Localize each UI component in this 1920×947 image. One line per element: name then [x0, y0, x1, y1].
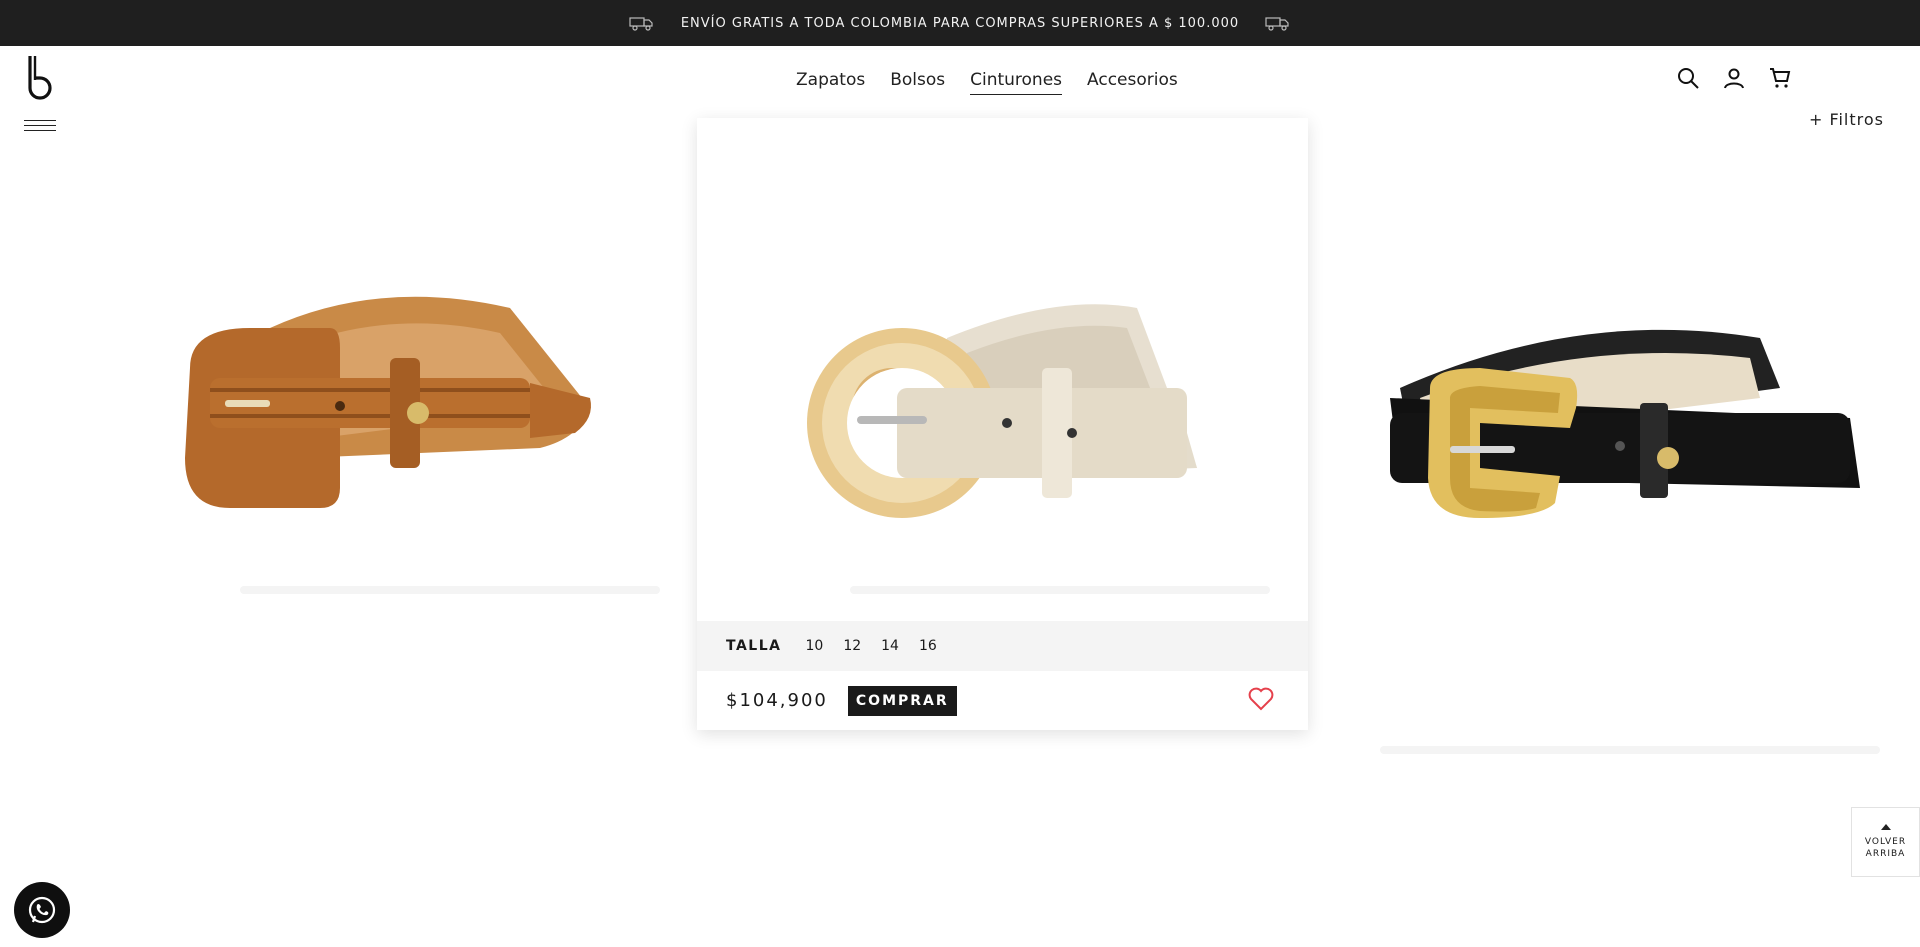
product-image-black-belt[interactable] [1380, 328, 1860, 548]
promo-text: ENVÍO GRATIS A TODA COLOMBIA PARA COMPRA… [680, 15, 1240, 31]
placeholder-line [240, 586, 660, 594]
placeholder-line [1380, 746, 1880, 754]
menu-hamburger-icon[interactable] [24, 120, 56, 134]
nav-item-cinturones[interactable]: Cinturones [970, 70, 1063, 95]
back-to-top-label: VOLVER ARRIBA [1864, 837, 1907, 859]
search-icon[interactable] [1676, 66, 1700, 90]
promo-bar: ENVÍO GRATIS A TODA COLOMBIA PARA COMPRA… [0, 0, 1920, 46]
size-option[interactable]: 14 [881, 638, 899, 654]
nav-item-zapatos[interactable]: Zapatos [796, 70, 865, 95]
header-actions [1676, 66, 1792, 90]
size-option[interactable]: 16 [919, 638, 937, 654]
buy-row: $104,900 COMPRAR [697, 671, 1308, 730]
user-icon[interactable] [1722, 66, 1746, 90]
nav-item-accesorios[interactable]: Accesorios [1087, 70, 1178, 95]
size-option[interactable]: 12 [843, 638, 861, 654]
product-card[interactable] [1320, 118, 1900, 618]
placeholder-line [850, 586, 1270, 594]
product-image-brown-belt[interactable] [180, 288, 600, 508]
nav-item-bolsos[interactable]: Bolsos [890, 70, 945, 95]
whatsapp-button[interactable] [14, 882, 70, 938]
arrow-up-icon [1880, 824, 1891, 830]
size-selector: TALLA 10 12 14 16 [697, 621, 1308, 671]
cart-icon[interactable] [1768, 66, 1792, 90]
product-card-hover[interactable]: TALLA 10 12 14 16 $104,900 COMPRAR [697, 118, 1308, 730]
whatsapp-icon [28, 896, 56, 924]
product-card[interactable] [100, 118, 680, 618]
main-nav: Zapatos Bolsos Cinturones Accesorios [796, 70, 1178, 95]
product-price: $104,900 [726, 690, 828, 711]
truck-icon [629, 17, 653, 31]
size-label: TALLA [726, 638, 782, 654]
brand-logo[interactable] [24, 54, 56, 104]
back-to-top-button[interactable]: VOLVER ARRIBA [1851, 807, 1920, 877]
buy-button[interactable]: COMPRAR [847, 685, 957, 716]
size-option[interactable]: 10 [805, 638, 823, 654]
site-header: Zapatos Bolsos Cinturones Accesorios [0, 46, 1920, 131]
product-image-beige-belt[interactable] [797, 298, 1197, 538]
truck-icon [1265, 17, 1289, 31]
heart-icon[interactable] [1248, 687, 1274, 711]
